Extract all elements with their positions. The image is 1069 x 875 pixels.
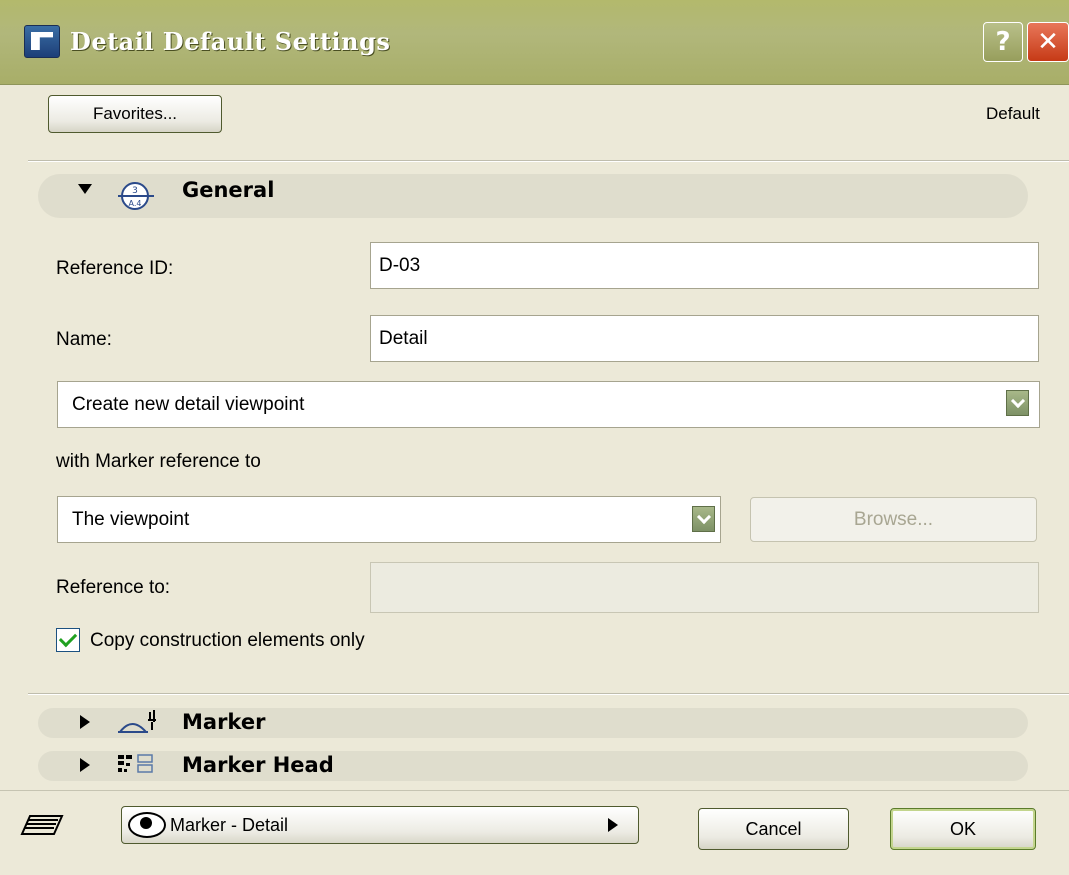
layer-select-button[interactable]: Marker - Detail — [121, 806, 639, 844]
eye-icon — [128, 812, 166, 838]
browse-button[interactable]: Browse... — [750, 497, 1037, 542]
help-button[interactable]: ? — [983, 22, 1023, 62]
collapse-triangle-icon[interactable] — [80, 715, 90, 729]
section-title-marker: Marker — [182, 710, 266, 734]
divider — [0, 790, 1069, 791]
section-title-general: General — [182, 178, 275, 202]
close-button[interactable]: ✕ — [1027, 22, 1069, 62]
marker-reference-select[interactable]: The viewpoint — [57, 496, 721, 543]
reference-to-label: Reference to: — [56, 577, 171, 598]
marker-reference-value: The viewpoint — [72, 508, 190, 530]
detail-marker-icon: 3 A.4 — [118, 182, 154, 210]
layer-select-value: Marker - Detail — [170, 814, 289, 835]
copy-construction-label[interactable]: Copy construction elements only — [90, 630, 365, 652]
marker-reference-label: with Marker reference to — [56, 451, 261, 472]
submenu-arrow-icon — [608, 818, 618, 832]
marker-icon — [117, 710, 156, 733]
reference-id-input[interactable]: D-03 — [370, 242, 1039, 289]
ok-button[interactable]: OK — [890, 808, 1036, 850]
chevron-down-icon[interactable] — [692, 506, 715, 532]
divider — [28, 160, 1069, 162]
layer-icon — [20, 815, 64, 835]
reference-id-label: Reference ID: — [56, 258, 174, 279]
preset-name: Default — [986, 104, 1040, 123]
name-label: Name: — [56, 329, 112, 350]
svg-text:A.4: A.4 — [129, 199, 142, 208]
dialog-app-icon — [24, 25, 60, 58]
create-mode-value: Create new detail viewpoint — [72, 393, 305, 415]
marker-head-icon — [118, 754, 153, 773]
copy-construction-checkbox[interactable] — [56, 628, 80, 652]
create-mode-select[interactable]: Create new detail viewpoint — [57, 381, 1040, 428]
section-title-marker-head: Marker Head — [182, 753, 334, 777]
favorites-button[interactable]: Favorites... — [48, 95, 222, 133]
chevron-down-icon[interactable] — [1006, 390, 1029, 416]
expand-triangle-icon[interactable] — [78, 184, 92, 194]
cancel-button[interactable]: Cancel — [698, 808, 849, 850]
collapse-triangle-icon[interactable] — [80, 758, 90, 772]
svg-text:3: 3 — [132, 186, 138, 196]
reference-to-input — [370, 562, 1039, 613]
window-title: Detail Default Settings — [70, 27, 391, 56]
name-input[interactable]: Detail — [370, 315, 1039, 362]
divider — [28, 693, 1069, 695]
